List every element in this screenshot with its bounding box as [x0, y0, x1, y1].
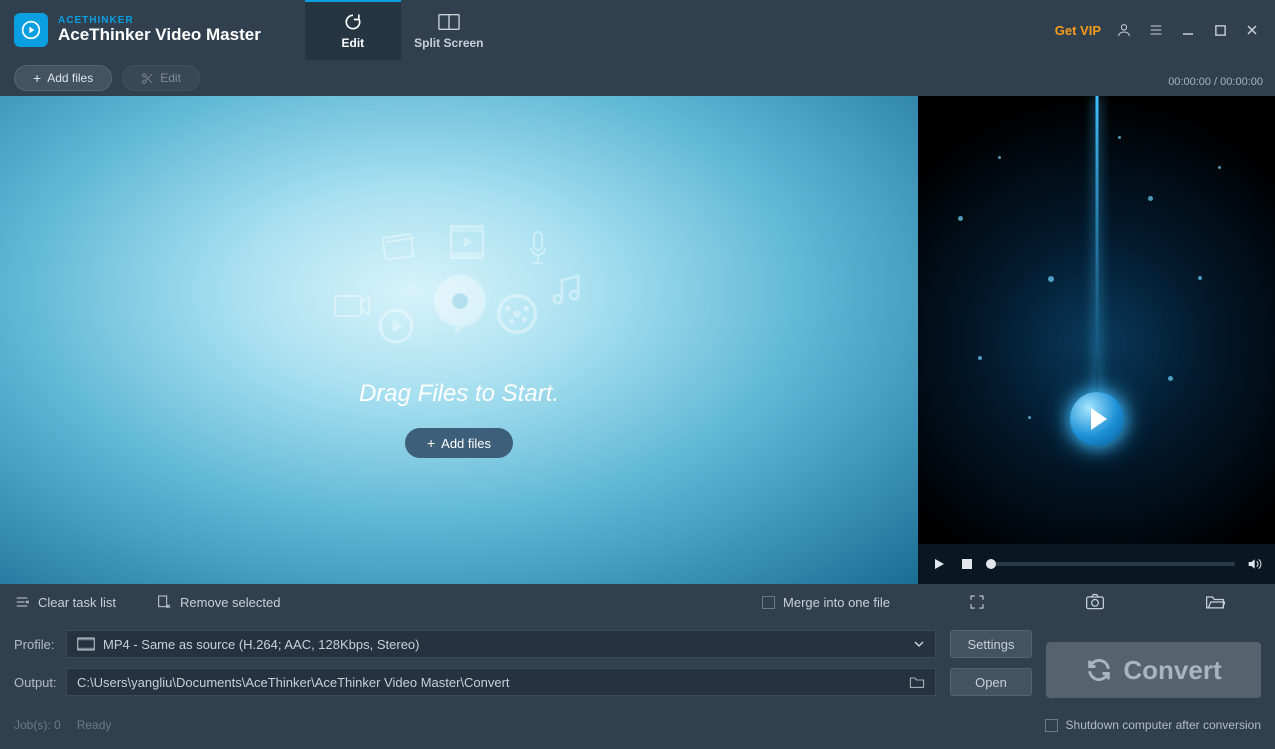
play-button[interactable] — [930, 555, 948, 573]
scissors-icon — [141, 72, 154, 85]
close-icon[interactable] — [1243, 21, 1261, 39]
merge-checkbox-group: Merge into one file — [762, 595, 904, 610]
output-label: Output: — [14, 675, 58, 690]
convert-button[interactable]: Convert — [1046, 642, 1261, 698]
chevron-down-icon — [913, 640, 925, 648]
titlebar: ACETHINKER AceThinker Video Master Edit … — [0, 0, 1275, 60]
snapshot-icon[interactable] — [1085, 593, 1105, 611]
get-vip-link[interactable]: Get VIP — [1055, 23, 1101, 38]
play-orb-icon — [1070, 392, 1124, 446]
player-controls — [918, 544, 1275, 584]
stop-button[interactable] — [958, 555, 976, 573]
list-clear-icon — [14, 594, 30, 610]
format-icon — [77, 637, 95, 651]
convert-icon — [1085, 656, 1113, 684]
media-icons-decoration — [329, 222, 589, 362]
minimize-icon[interactable] — [1179, 21, 1197, 39]
open-folder-icon[interactable] — [1205, 594, 1225, 610]
maximize-icon[interactable] — [1211, 21, 1229, 39]
jobs-count: Job(s): 0 — [14, 718, 61, 732]
drop-add-files-button[interactable]: + Add files — [405, 428, 513, 458]
drop-message: Drag Files to Start. — [359, 380, 559, 408]
button-label: Add files — [441, 436, 491, 451]
add-files-button[interactable]: + Add files — [14, 65, 112, 91]
output-value: C:\Users\yangliu\Documents\AceThinker\Ac… — [77, 675, 510, 690]
actions-row: Clear task list Remove selected Merge in… — [0, 584, 1275, 620]
shutdown-checkbox-group: Shutdown computer after conversion — [1045, 718, 1261, 732]
profile-value: MP4 - Same as source (H.264; AAC, 128Kbp… — [103, 637, 419, 652]
drop-zone[interactable]: Drag Files to Start. + Add files — [0, 96, 918, 584]
tab-label: Split Screen — [414, 36, 483, 50]
preview-panel: 00:00:00 / 00:00:00 — [918, 96, 1275, 584]
shutdown-label: Shutdown computer after conversion — [1066, 718, 1261, 732]
button-label: Edit — [160, 71, 181, 85]
convert-label: Convert — [1123, 655, 1221, 686]
button-label: Add files — [47, 71, 93, 85]
tab-edit[interactable]: Edit — [305, 0, 401, 60]
main-tabs: Edit Split Screen — [305, 0, 497, 60]
fullscreen-icon[interactable] — [968, 593, 986, 611]
action-label: Remove selected — [180, 595, 280, 610]
tab-label: Edit — [341, 36, 364, 50]
merge-checkbox[interactable] — [762, 596, 775, 609]
settings-area: Profile: MP4 - Same as source (H.264; AA… — [0, 620, 1275, 710]
window-controls: Get VIP — [1055, 21, 1275, 39]
app-logo: ACETHINKER AceThinker Video Master — [0, 13, 275, 47]
output-path-field[interactable]: C:\Users\yangliu\Documents\AceThinker\Ac… — [66, 668, 936, 696]
volume-button[interactable] — [1245, 555, 1263, 573]
action-label: Clear task list — [38, 595, 116, 610]
progress-slider[interactable] — [986, 562, 1235, 566]
profile-label: Profile: — [14, 637, 58, 652]
refresh-icon — [343, 12, 363, 32]
toolbar: + Add files Edit — [0, 60, 1275, 96]
shutdown-checkbox[interactable] — [1045, 719, 1058, 732]
plus-icon: + — [427, 436, 435, 450]
tab-split-screen[interactable]: Split Screen — [401, 0, 497, 60]
settings-button[interactable]: Settings — [950, 630, 1032, 658]
merge-label: Merge into one file — [783, 595, 890, 610]
time-display: 00:00:00 / 00:00:00 — [1168, 76, 1263, 88]
preview-canvas — [918, 96, 1275, 544]
split-screen-icon — [438, 12, 460, 32]
profile-dropdown[interactable]: MP4 - Same as source (H.264; AAC, 128Kbp… — [66, 630, 936, 658]
remove-selected-button[interactable]: Remove selected — [156, 594, 280, 610]
remove-icon — [156, 594, 172, 610]
menu-icon[interactable] — [1147, 21, 1165, 39]
status-state: Ready — [77, 718, 112, 732]
app-logo-icon — [14, 13, 48, 47]
user-icon[interactable] — [1115, 21, 1133, 39]
app-title: AceThinker Video Master — [58, 26, 261, 45]
statusbar: Job(s): 0 Ready Shutdown computer after … — [0, 710, 1275, 740]
open-button[interactable]: Open — [950, 668, 1032, 696]
plus-icon: + — [33, 71, 41, 85]
browse-folder-icon — [909, 675, 925, 689]
clear-task-list-button[interactable]: Clear task list — [14, 594, 116, 610]
edit-button: Edit — [122, 65, 200, 91]
content-area: Drag Files to Start. + Add files 00:00:0… — [0, 96, 1275, 584]
